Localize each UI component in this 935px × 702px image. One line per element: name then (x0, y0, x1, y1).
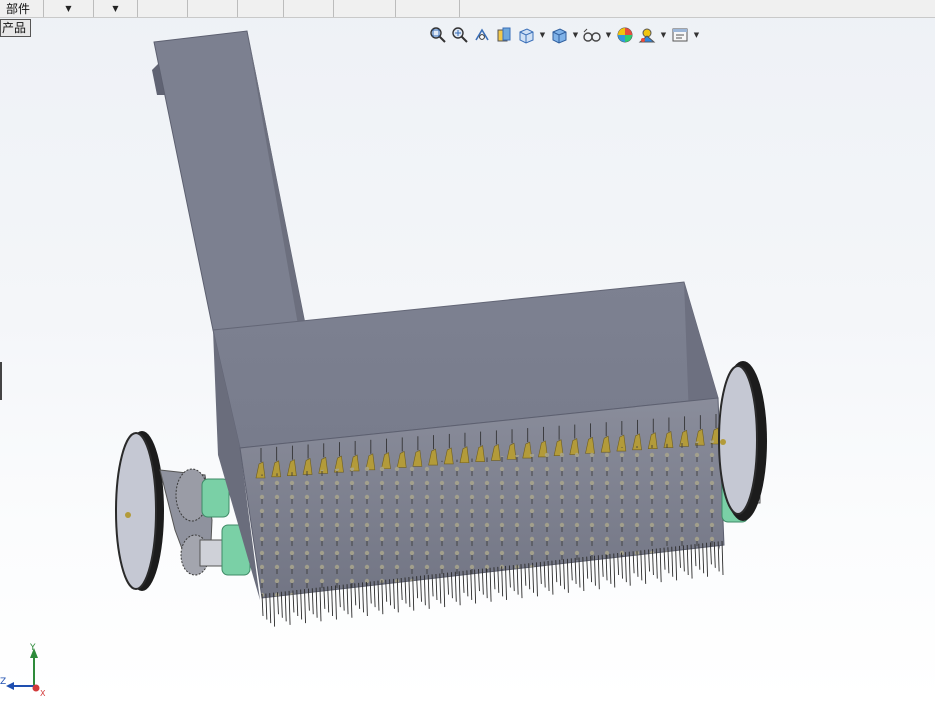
model-viewport[interactable] (0, 0, 935, 702)
hanging-tine (474, 569, 477, 604)
hanging-tine (396, 578, 399, 613)
hanging-tine (458, 571, 461, 606)
hanging-tine (346, 584, 349, 615)
hanging-tine (628, 551, 631, 586)
hanging-tine (365, 581, 368, 616)
hanging-tine (644, 549, 647, 584)
hanging-tine (536, 562, 538, 597)
hanging-tine (551, 560, 554, 595)
hanging-tine (423, 575, 426, 606)
hanging-tine (377, 580, 380, 611)
hanging-tine (381, 580, 384, 615)
hanging-tine (273, 592, 276, 627)
hanging-tine (582, 557, 585, 592)
hanging-tine (427, 574, 430, 609)
hanging-tine (288, 590, 291, 625)
left-wheel (115, 431, 164, 591)
hanging-tine (489, 567, 492, 602)
hanging-tine (597, 555, 600, 590)
hanging-tine (350, 583, 353, 618)
hanging-tine (706, 542, 708, 577)
hanging-tine (408, 577, 411, 608)
hanging-tine (505, 565, 507, 600)
hanging-tine (304, 589, 306, 624)
hanging-tine (721, 540, 724, 576)
hanging-tine (412, 576, 415, 611)
hanging-tine (331, 585, 334, 616)
hanging-tine (392, 578, 395, 609)
hanging-tine (675, 546, 678, 581)
hanging-tine (300, 589, 303, 620)
hanging-tine (690, 544, 693, 579)
left-bearing-upper (201, 478, 230, 518)
hanging-tine (334, 585, 337, 620)
hanging-tine (439, 573, 442, 604)
right-wheel (718, 361, 767, 521)
hanging-tine (443, 573, 446, 608)
axis-y-label: Y (29, 643, 36, 653)
axis-z-label: Z (0, 677, 6, 687)
hanging-tine (319, 587, 322, 622)
axis-x-label: X (40, 689, 46, 698)
hanging-tine (520, 564, 523, 599)
hanging-tine (613, 553, 616, 588)
hanging-tine (566, 558, 569, 593)
hanging-tine (362, 582, 364, 613)
hanging-tine (269, 593, 272, 624)
hanging-tine (315, 587, 318, 618)
handle-arm (152, 30, 306, 331)
axis-triad: Y Z X (0, 643, 46, 698)
hanging-tine (659, 548, 662, 583)
hanging-tine (284, 591, 287, 622)
